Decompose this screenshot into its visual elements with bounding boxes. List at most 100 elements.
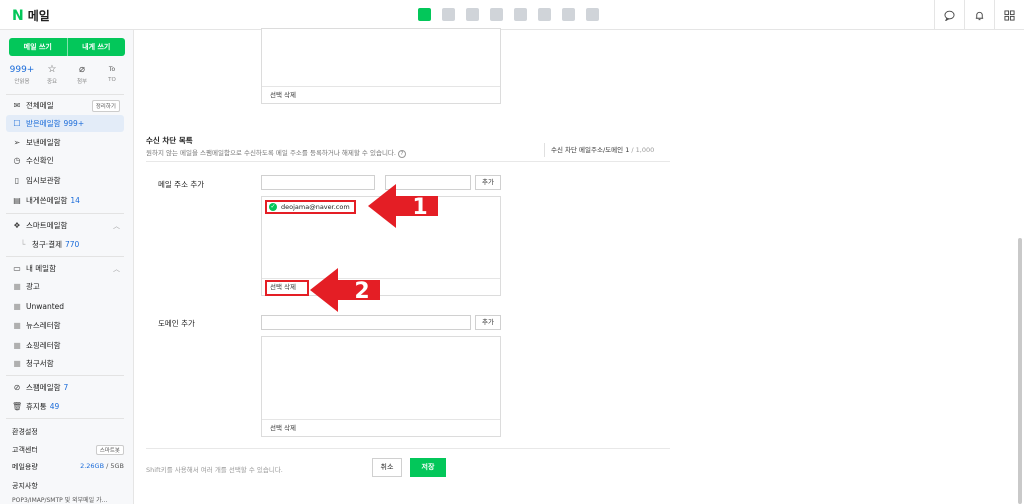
paperclip-icon: ⌀ bbox=[78, 64, 86, 75]
blocked-domain-list: 선택 삭제 bbox=[261, 336, 501, 437]
drive-app-icon[interactable] bbox=[514, 8, 527, 21]
top-delete-selected-button[interactable]: 선택 삭제 bbox=[262, 86, 500, 103]
chat-icon[interactable] bbox=[934, 0, 964, 30]
envelope-icon: ✉ bbox=[13, 101, 21, 110]
app-title: 메일 bbox=[27, 9, 50, 23]
bell-icon[interactable] bbox=[964, 0, 994, 30]
sidebar-item-trash[interactable]: 🗑 휴지통 49 bbox=[6, 398, 124, 415]
chevron-up-icon[interactable]: ︿ bbox=[113, 221, 120, 231]
folder-icon: ▭ bbox=[13, 264, 21, 273]
sidebar-item-sent[interactable]: ➢ 보낸메일함 bbox=[6, 134, 124, 151]
block-list-title: 수신 차단 목록 bbox=[146, 136, 193, 145]
grid-icon[interactable] bbox=[994, 0, 1024, 30]
email-local-input[interactable] bbox=[261, 175, 375, 190]
quick-filter-unread[interactable]: 999+ 안읽음 bbox=[9, 64, 35, 85]
support-link[interactable]: 고객센터 스마트봇 bbox=[12, 445, 124, 455]
trash-icon: 🗑 bbox=[12, 402, 23, 411]
sidebar-item-inbox[interactable]: ☐ 받은메일함 999+ bbox=[6, 115, 124, 132]
note-icon: ▤ bbox=[13, 196, 21, 205]
top-bar: N 메일 bbox=[0, 0, 1024, 30]
inbox-icon: ☐ bbox=[13, 119, 21, 128]
divider bbox=[6, 213, 124, 214]
bookmark-app-icon[interactable] bbox=[586, 8, 599, 21]
memo-app-icon[interactable] bbox=[466, 8, 479, 21]
sidebar-folder-ads[interactable]: ■ 광고 bbox=[6, 278, 124, 295]
sidebar-folder-bills[interactable]: ■ 청구서함 bbox=[6, 355, 124, 372]
settings-link[interactable]: 환경설정 bbox=[12, 427, 124, 437]
domain-input[interactable] bbox=[261, 315, 471, 330]
folder-icon: ■ bbox=[13, 321, 21, 330]
calendar-app-icon[interactable] bbox=[442, 8, 455, 21]
naver-mail-logo[interactable]: N 메일 bbox=[12, 7, 50, 24]
divider bbox=[146, 161, 670, 162]
quick-filter-important[interactable]: ☆ 중요 bbox=[39, 64, 65, 85]
folder-icon: ■ bbox=[13, 341, 21, 350]
domain-add-button[interactable]: 추가 bbox=[475, 315, 501, 330]
block-count: 수신 차단 메일주소/도메인 1 / 1,000 bbox=[544, 143, 670, 157]
quick-filter-to-me[interactable]: To TO bbox=[99, 64, 125, 85]
divider bbox=[6, 418, 124, 419]
folder-icon: ■ bbox=[13, 282, 21, 291]
annotation-arrow-1: 1 bbox=[368, 184, 438, 228]
sidebar: 메일 쓰기 내게 쓰기 999+ 안읽음 ☆ 중요 ⌀ 첨부 To TO ✉ 전… bbox=[0, 30, 134, 504]
divider bbox=[6, 94, 124, 95]
block-list-description: 원하지 않는 메일을 스팸메일함으로 수신하도록 메일 주소를 등록하거나 해제… bbox=[146, 147, 406, 158]
mail-app-icon[interactable] bbox=[418, 8, 431, 21]
domain-add-label: 도메인 추가 bbox=[158, 319, 195, 328]
todo-app-icon[interactable] bbox=[538, 8, 551, 21]
sidebar-item-all-mail[interactable]: ✉ 전체메일 정리하기 bbox=[6, 97, 124, 114]
email-add-button[interactable]: 추가 bbox=[475, 175, 501, 190]
scrollbar[interactable] bbox=[1018, 238, 1022, 504]
chevron-up-icon[interactable]: ︿ bbox=[113, 264, 120, 274]
folder-icon: ■ bbox=[13, 359, 21, 368]
cancel-button[interactable]: 취소 bbox=[372, 458, 402, 477]
pop-imap-link[interactable]: POP3/IMAP/SMTP 및 외부메일 가... bbox=[12, 495, 124, 504]
storage-usage: 메일용량 2.26GB / 5GB bbox=[12, 462, 124, 471]
delete-button-highlight bbox=[265, 280, 309, 296]
write-mail-button[interactable]: 메일 쓰기 bbox=[9, 38, 67, 56]
write-to-self-button[interactable]: 내게 쓰기 bbox=[66, 38, 126, 56]
sidebar-folder-newsletter[interactable]: ■ 뉴스레터함 bbox=[6, 317, 124, 334]
top-list-box: 선택 삭제 bbox=[261, 28, 501, 104]
unread-count: 999+ bbox=[63, 119, 85, 128]
annotation-number-2: 2 bbox=[354, 279, 369, 304]
sidebar-item-smart-mailbox[interactable]: ❖ 스마트메일함 ︿ bbox=[6, 217, 124, 234]
annotation-number-1: 1 bbox=[412, 195, 427, 220]
quick-filters: 999+ 안읽음 ☆ 중요 ⌀ 첨부 To TO bbox=[9, 64, 125, 85]
app-switcher bbox=[418, 8, 599, 21]
sidebar-item-drafts[interactable]: ▯ 임시보관함 bbox=[6, 172, 124, 189]
email-add-label: 메일 주소 추가 bbox=[158, 180, 205, 189]
contacts-app-icon[interactable] bbox=[490, 8, 503, 21]
naver-logo-mark: N bbox=[12, 7, 24, 24]
notice-link[interactable]: 공지사항 bbox=[12, 481, 124, 491]
sidebar-item-my-mailbox[interactable]: ▭ 내 메일함 ︿ bbox=[6, 260, 124, 277]
main-content: 선택 삭제 수신 차단 목록 원하지 않는 메일을 스팸메일함으로 수신하도록 … bbox=[134, 28, 1024, 504]
divider bbox=[146, 448, 670, 449]
sidebar-item-read-receipt[interactable]: ◷ 수신확인 bbox=[6, 152, 124, 169]
sidebar-folder-shopping[interactable]: ■ 쇼핑레터함 bbox=[6, 337, 124, 354]
smart-bot-button[interactable]: 스마트봇 bbox=[95, 445, 124, 455]
blocked-email-item[interactable]: ✓ deojama@naver.com bbox=[265, 200, 356, 214]
to-icon: To bbox=[108, 66, 116, 73]
sidebar-folder-unwanted[interactable]: ■ Unwanted bbox=[6, 298, 124, 315]
sidebar-item-billing[interactable]: └ 청구·결제 770 bbox=[6, 236, 124, 253]
check-icon: ✓ bbox=[269, 203, 277, 211]
domain-delete-selected-button[interactable]: 선택 삭제 bbox=[262, 419, 500, 436]
organize-button[interactable]: 정리하기 bbox=[91, 99, 120, 112]
quick-filter-attachment[interactable]: ⌀ 첨부 bbox=[69, 64, 95, 85]
sub-branch-icon: └ bbox=[20, 240, 26, 249]
clock-icon: ◷ bbox=[13, 156, 21, 165]
send-icon: ➢ bbox=[13, 138, 21, 147]
home-app-icon[interactable] bbox=[562, 8, 575, 21]
annotation-arrow-2: 2 bbox=[310, 268, 380, 312]
help-icon[interactable]: ? bbox=[397, 150, 406, 158]
sidebar-item-to-self[interactable]: ▤ 내게쓴메일함 14 bbox=[6, 192, 124, 209]
spam-icon: ⊘ bbox=[13, 383, 21, 392]
sidebar-item-spam[interactable]: ⊘ 스팸메일함 7 bbox=[6, 379, 124, 396]
save-button[interactable]: 저장 bbox=[410, 458, 446, 477]
storage-used: 2.26GB bbox=[80, 462, 105, 470]
shift-hint: Shift키를 사용해서 여러 개를 선택할 수 있습니다. bbox=[146, 466, 283, 474]
folder-icon: ■ bbox=[13, 302, 21, 311]
smart-mailbox-icon: ❖ bbox=[13, 221, 21, 230]
divider bbox=[6, 256, 124, 257]
